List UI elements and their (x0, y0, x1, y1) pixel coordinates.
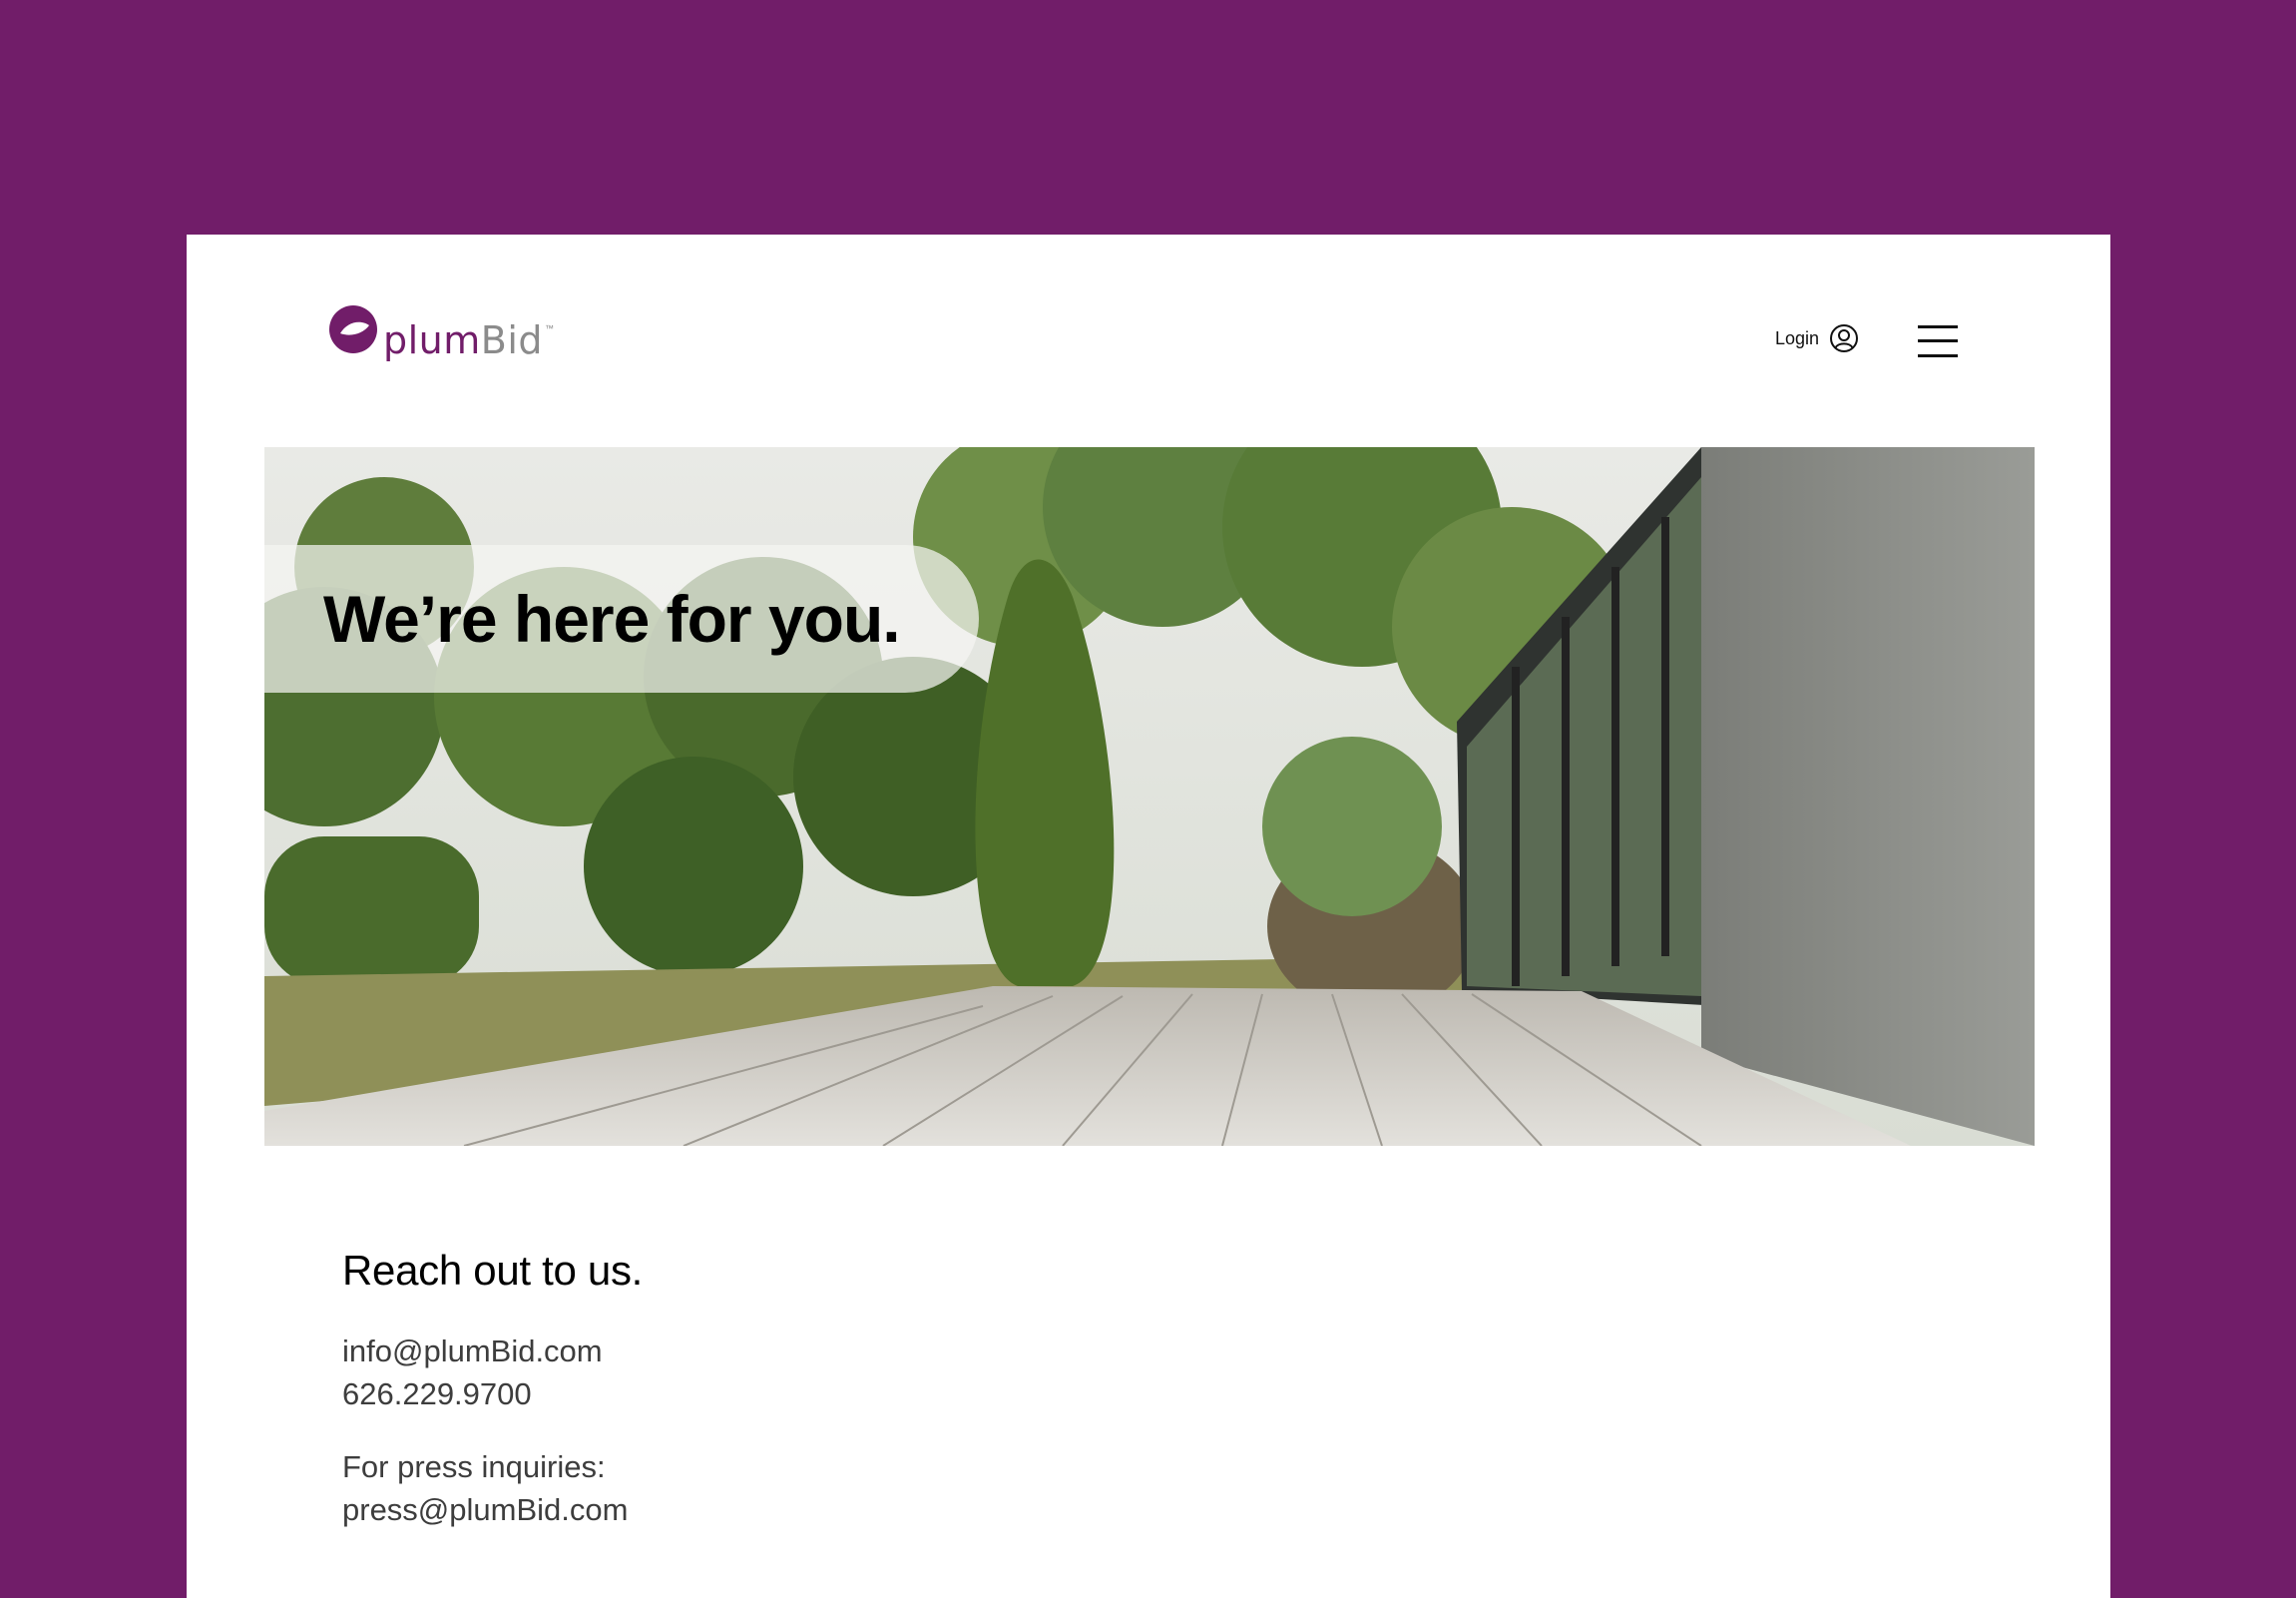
plumbid-logo[interactable]: plumBid ™ (327, 303, 555, 359)
user-circle-icon (1830, 324, 1859, 352)
logo-wordmark: plumBid (383, 318, 544, 362)
contact-title: Reach out to us. (342, 1247, 644, 1294)
login-label: Login (1775, 327, 1820, 348)
plum-logo-icon (329, 305, 377, 353)
contact-phone-link[interactable]: 626.229.9700 (342, 1372, 643, 1415)
contact-email-link[interactable]: info@plumBid.com (342, 1330, 643, 1372)
hero-title: We’re here for you. (323, 582, 901, 656)
trademark-symbol: ™ (545, 323, 555, 333)
hero-banner: We’re here for you. (264, 447, 2035, 1146)
hamburger-menu-button[interactable] (1918, 324, 1958, 358)
press-email-link[interactable]: press@plumBid.com (342, 1488, 643, 1531)
press-inquiries-label: For press inquiries: (342, 1449, 606, 1484)
contact-section: Reach out to us. info@plumBid.com 626.22… (342, 1247, 643, 1531)
main-card: plumBid ™ Login We’re here for you. Reac… (187, 235, 2110, 1598)
hamburger-menu-icon (1918, 325, 1958, 357)
login-button[interactable]: Login (1775, 323, 1859, 353)
